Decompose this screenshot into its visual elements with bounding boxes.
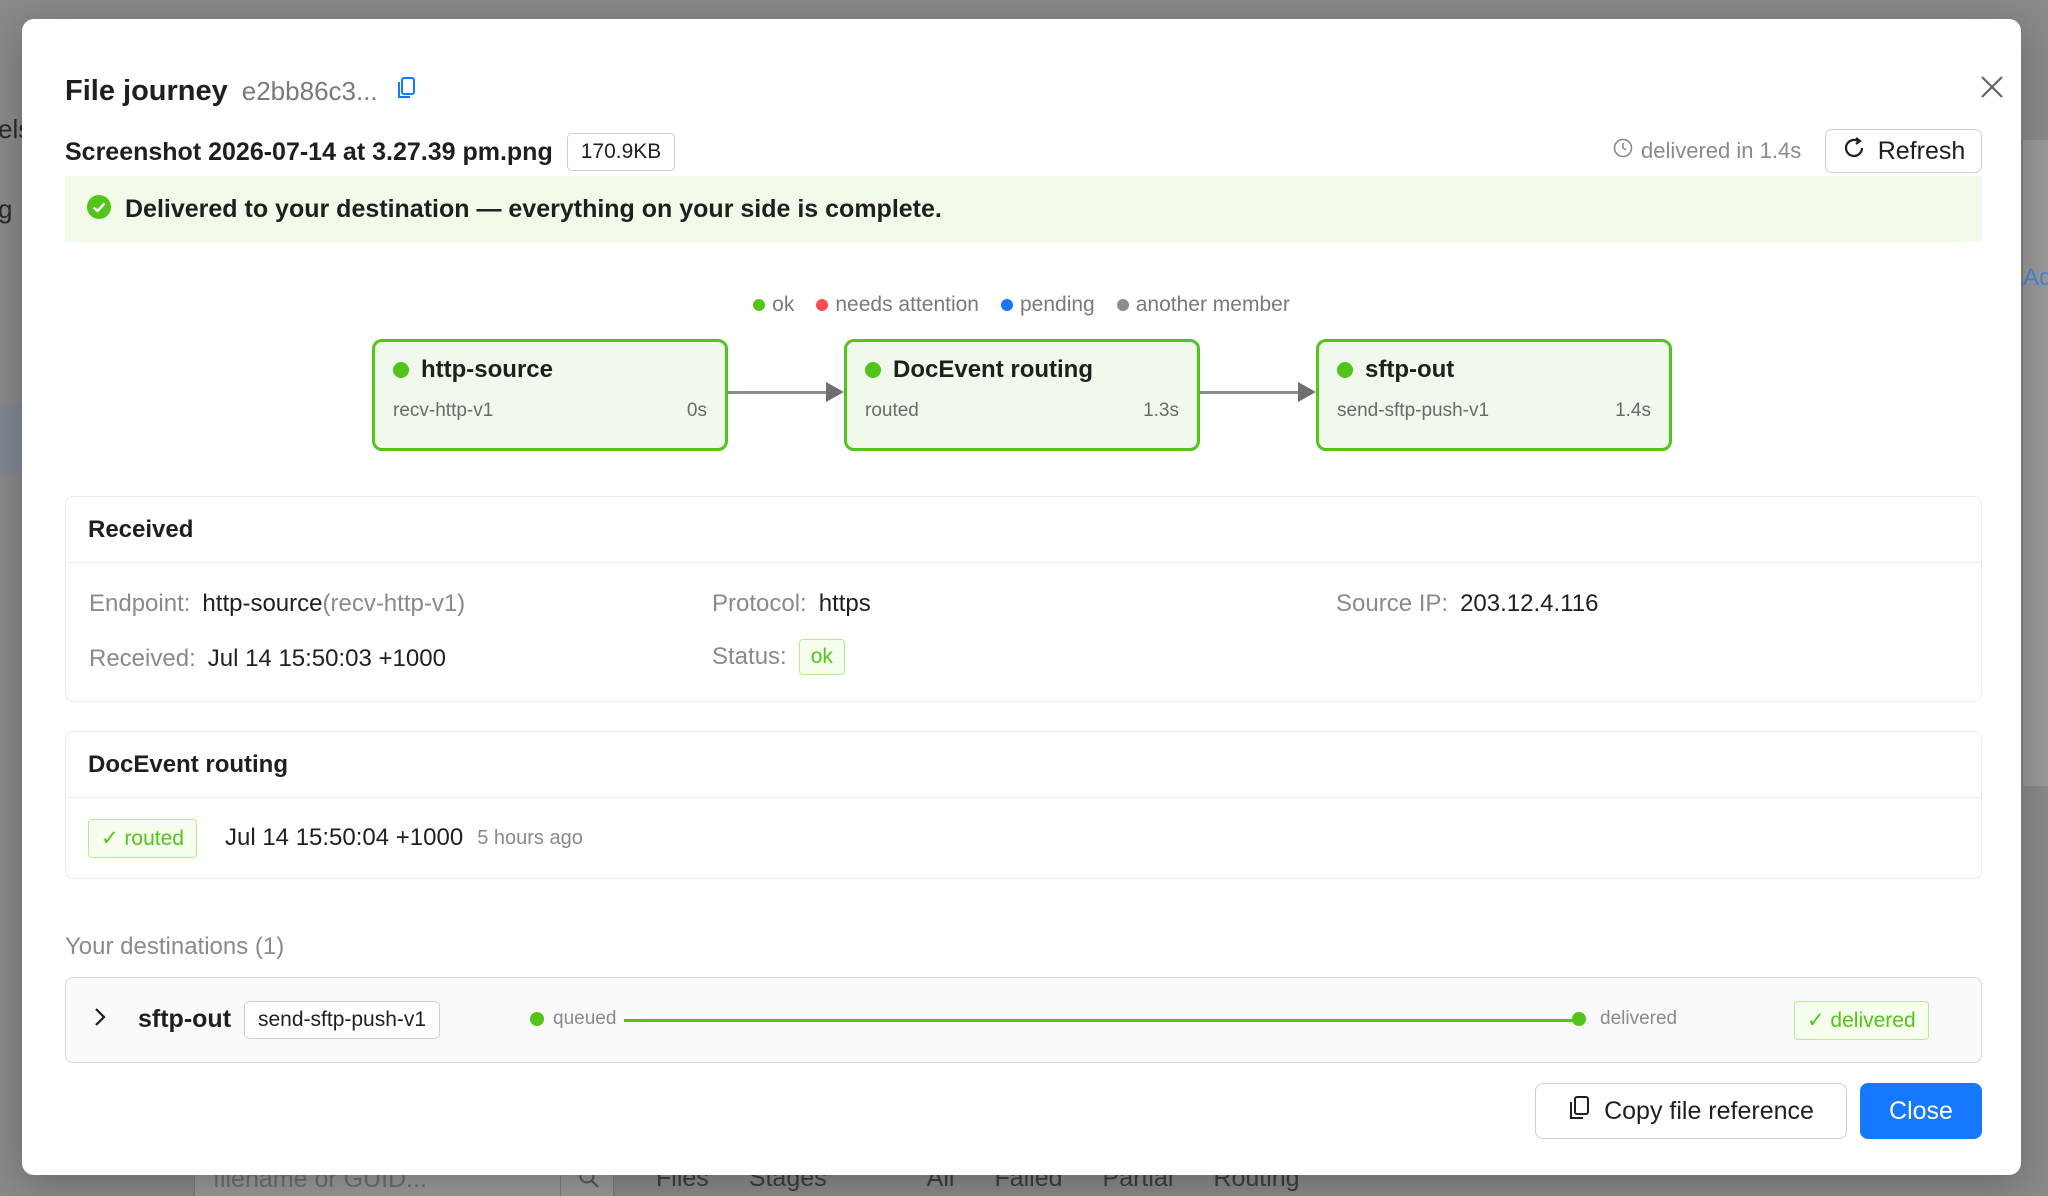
track-start-label: queued [553,1008,617,1029]
status-legend: ok needs attention pending another membe… [22,293,2021,317]
received-value: Jul 14 15:50:03 +1000 [207,645,446,672]
node-time: 1.4s [1615,400,1651,421]
file-size-badge: 170.9KB [566,133,676,171]
flow-node-sftp-out[interactable]: sftp-out send-sftp-push-v1 1.4s [1316,339,1672,451]
destinations-title: Your destinations (1) [65,933,285,960]
background-fragment: g [0,194,13,224]
copy-file-reference-button[interactable]: Copy file reference [1535,1083,1847,1139]
journey-flow: http-source recv-http-v1 0s DocEvent rout… [372,339,1672,457]
file-id: e2bb86c3... [241,76,378,106]
status-dot [393,362,409,378]
background-add-link: Ad [2023,264,2048,291]
copy-icon [1568,1095,1590,1128]
legend-item-ok: ok [753,293,794,317]
field-label: Endpoint: [89,590,191,617]
delivery-track: queued delivered [530,1008,1830,1032]
legend-label: pending [1019,293,1095,316]
protocol-field: Protocol: https [712,590,871,618]
delivered-in-text: delivered in 1.4s [1641,138,1802,163]
status-dot [1116,299,1129,311]
track-start: queued [530,1008,616,1030]
close-button[interactable]: Close [1860,1083,1982,1139]
legend-label: needs attention [835,293,979,316]
field-label: Source IP: [1336,590,1449,617]
status-dot [753,299,766,311]
routed-badge: ✓ routed [88,818,197,858]
track-end-label: delivered [1600,1008,1678,1029]
arrow-right-icon [826,382,844,402]
chevron-right-icon[interactable] [92,1005,108,1034]
received-field: Received: Jul 14 15:50:03 +1000 [89,645,446,673]
banner-text: Delivered to your destination — everythi… [125,194,942,223]
modal-title: File journey [65,75,228,107]
status-dot [1572,1012,1586,1026]
file-info-row: Screenshot 2026-07-14 at 3.27.39 pm.png … [65,133,676,171]
status-field: Status: ok [712,639,845,675]
field-label: Status: [712,643,787,670]
legend-item-another-member: another member [1116,293,1290,317]
legend-label: ok [772,293,795,316]
node-subtitle: recv-http-v1 [393,400,494,421]
endpoint-value: http-source [202,590,323,617]
routing-time: Jul 14 15:50:04 +1000 [224,824,464,851]
protocol-value: https [818,590,871,617]
node-subtitle: routed [865,400,919,421]
success-banner: Delivered to your destination — everythi… [65,176,1982,242]
flow-connector [728,391,828,394]
card-heading: Received [66,497,1981,563]
track-end: delivered [1572,1008,1677,1030]
routing-card: DocEvent routing ✓ routed Jul 14 15:50:0… [65,731,1982,879]
flow-node-docevent-routing[interactable]: DocEvent routing routed 1.3s [844,339,1200,451]
delivered-badge: ✓ delivered [1794,1001,1929,1040]
status-dot [816,299,829,311]
endpoint-field: Endpoint: http-source (recv-http-v1) [89,590,465,618]
refresh-icon [1842,136,1866,167]
copy-icon[interactable] [396,76,416,100]
legend-label: another member [1135,293,1290,316]
status-badge: ok [798,639,845,675]
delivered-in: delivered in 1.4s [1613,138,1801,164]
node-time: 0s [686,400,707,421]
source-ip-field: Source IP: 203.12.4.116 [1336,590,1598,618]
field-label: Received: [89,645,196,672]
node-subtitle: send-sftp-push-v1 [1337,400,1490,421]
routing-ago: 5 hours ago [477,826,583,849]
refresh-label: Refresh [1877,136,1966,165]
copy-file-reference-label: Copy file reference [1604,1096,1814,1125]
legend-item-needs-attention: needs attention [816,293,979,317]
endpoint-sub: (recv-http-v1) [322,590,466,617]
modal-header: File journey e2bb86c3... [65,75,416,108]
destination-badge: send-sftp-push-v1 [244,1001,441,1039]
clock-icon [1613,138,1633,164]
flow-node-http-source[interactable]: http-source recv-http-v1 0s [372,339,728,451]
background-right-panel: Ad [2022,140,2048,786]
status-dot [1337,362,1353,378]
close-icon[interactable] [1974,69,2010,105]
refresh-button[interactable]: Refresh [1825,129,1982,173]
status-dot [865,362,881,378]
card-heading: DocEvent routing [66,732,1981,798]
node-title: sftp-out [1365,356,1455,383]
status-dot [1000,299,1013,311]
node-title: http-source [421,356,553,383]
received-card: Received Endpoint: http-source (recv-http… [65,496,1982,702]
legend-item-pending: pending [1000,293,1095,317]
file-journey-modal: File journey e2bb86c3... Screenshot 2026… [22,19,2021,1175]
background-selected-row [0,405,22,473]
node-title: DocEvent routing [893,356,1094,383]
arrow-right-icon [1298,382,1316,402]
source-ip-value: 203.12.4.116 [1460,590,1599,617]
field-label: Protocol: [712,590,807,617]
track-line [624,1019,1584,1022]
flow-connector [1200,391,1300,394]
status-dot [530,1012,544,1026]
destination-row[interactable]: sftp-out send-sftp-push-v1 queued delive… [65,977,1982,1063]
node-time: 1.3s [1143,400,1179,421]
file-name: Screenshot 2026-07-14 at 3.27.39 pm.png [65,137,553,166]
destination-name: sftp-out [138,1005,232,1033]
check-circle-icon [87,194,111,224]
